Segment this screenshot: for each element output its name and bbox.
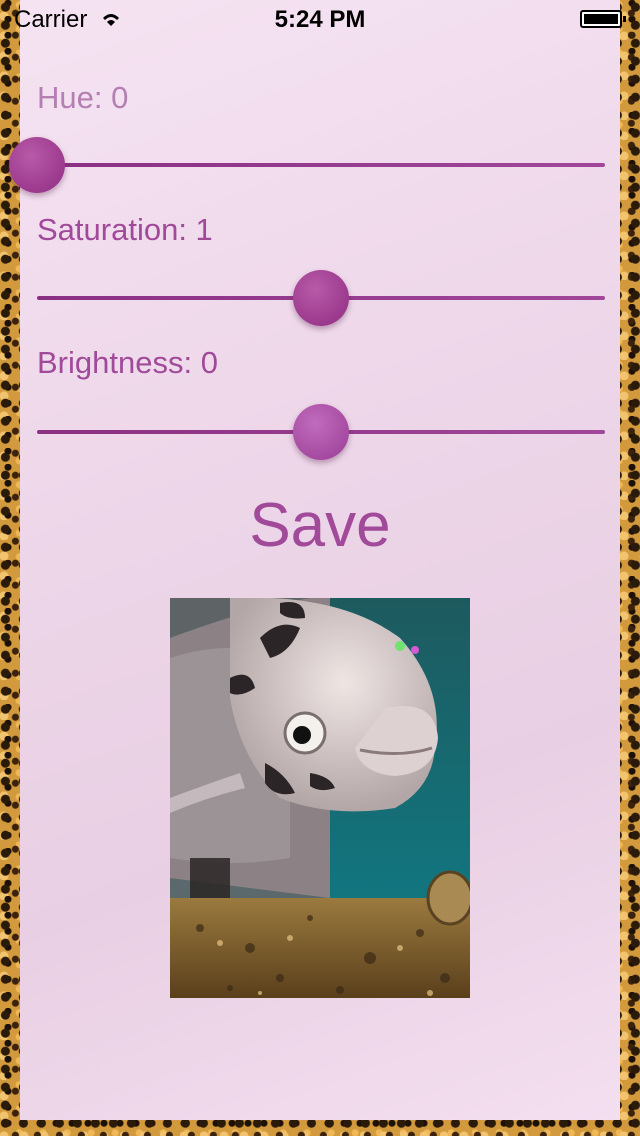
- brightness-slider[interactable]: [37, 402, 605, 462]
- save-button[interactable]: Save: [0, 490, 640, 561]
- saturation-label: Saturation: 1: [37, 212, 213, 247]
- fish-photo: [170, 598, 470, 998]
- brightness-slider-thumb[interactable]: [293, 404, 349, 460]
- hue-slider-thumb[interactable]: [9, 137, 65, 193]
- brightness-label: Brightness: 0: [37, 345, 218, 380]
- hue-label: Hue: 0: [37, 80, 129, 115]
- status-time: 5:24 PM: [274, 6, 366, 33]
- battery-icon: [580, 10, 626, 28]
- saturation-slider-thumb[interactable]: [293, 270, 349, 326]
- hue-slider[interactable]: [9, 135, 605, 195]
- saturation-slider[interactable]: [37, 268, 605, 328]
- status-bar: Carrier 5:24 PM: [0, 0, 640, 40]
- hue-slider-track[interactable]: [37, 163, 605, 167]
